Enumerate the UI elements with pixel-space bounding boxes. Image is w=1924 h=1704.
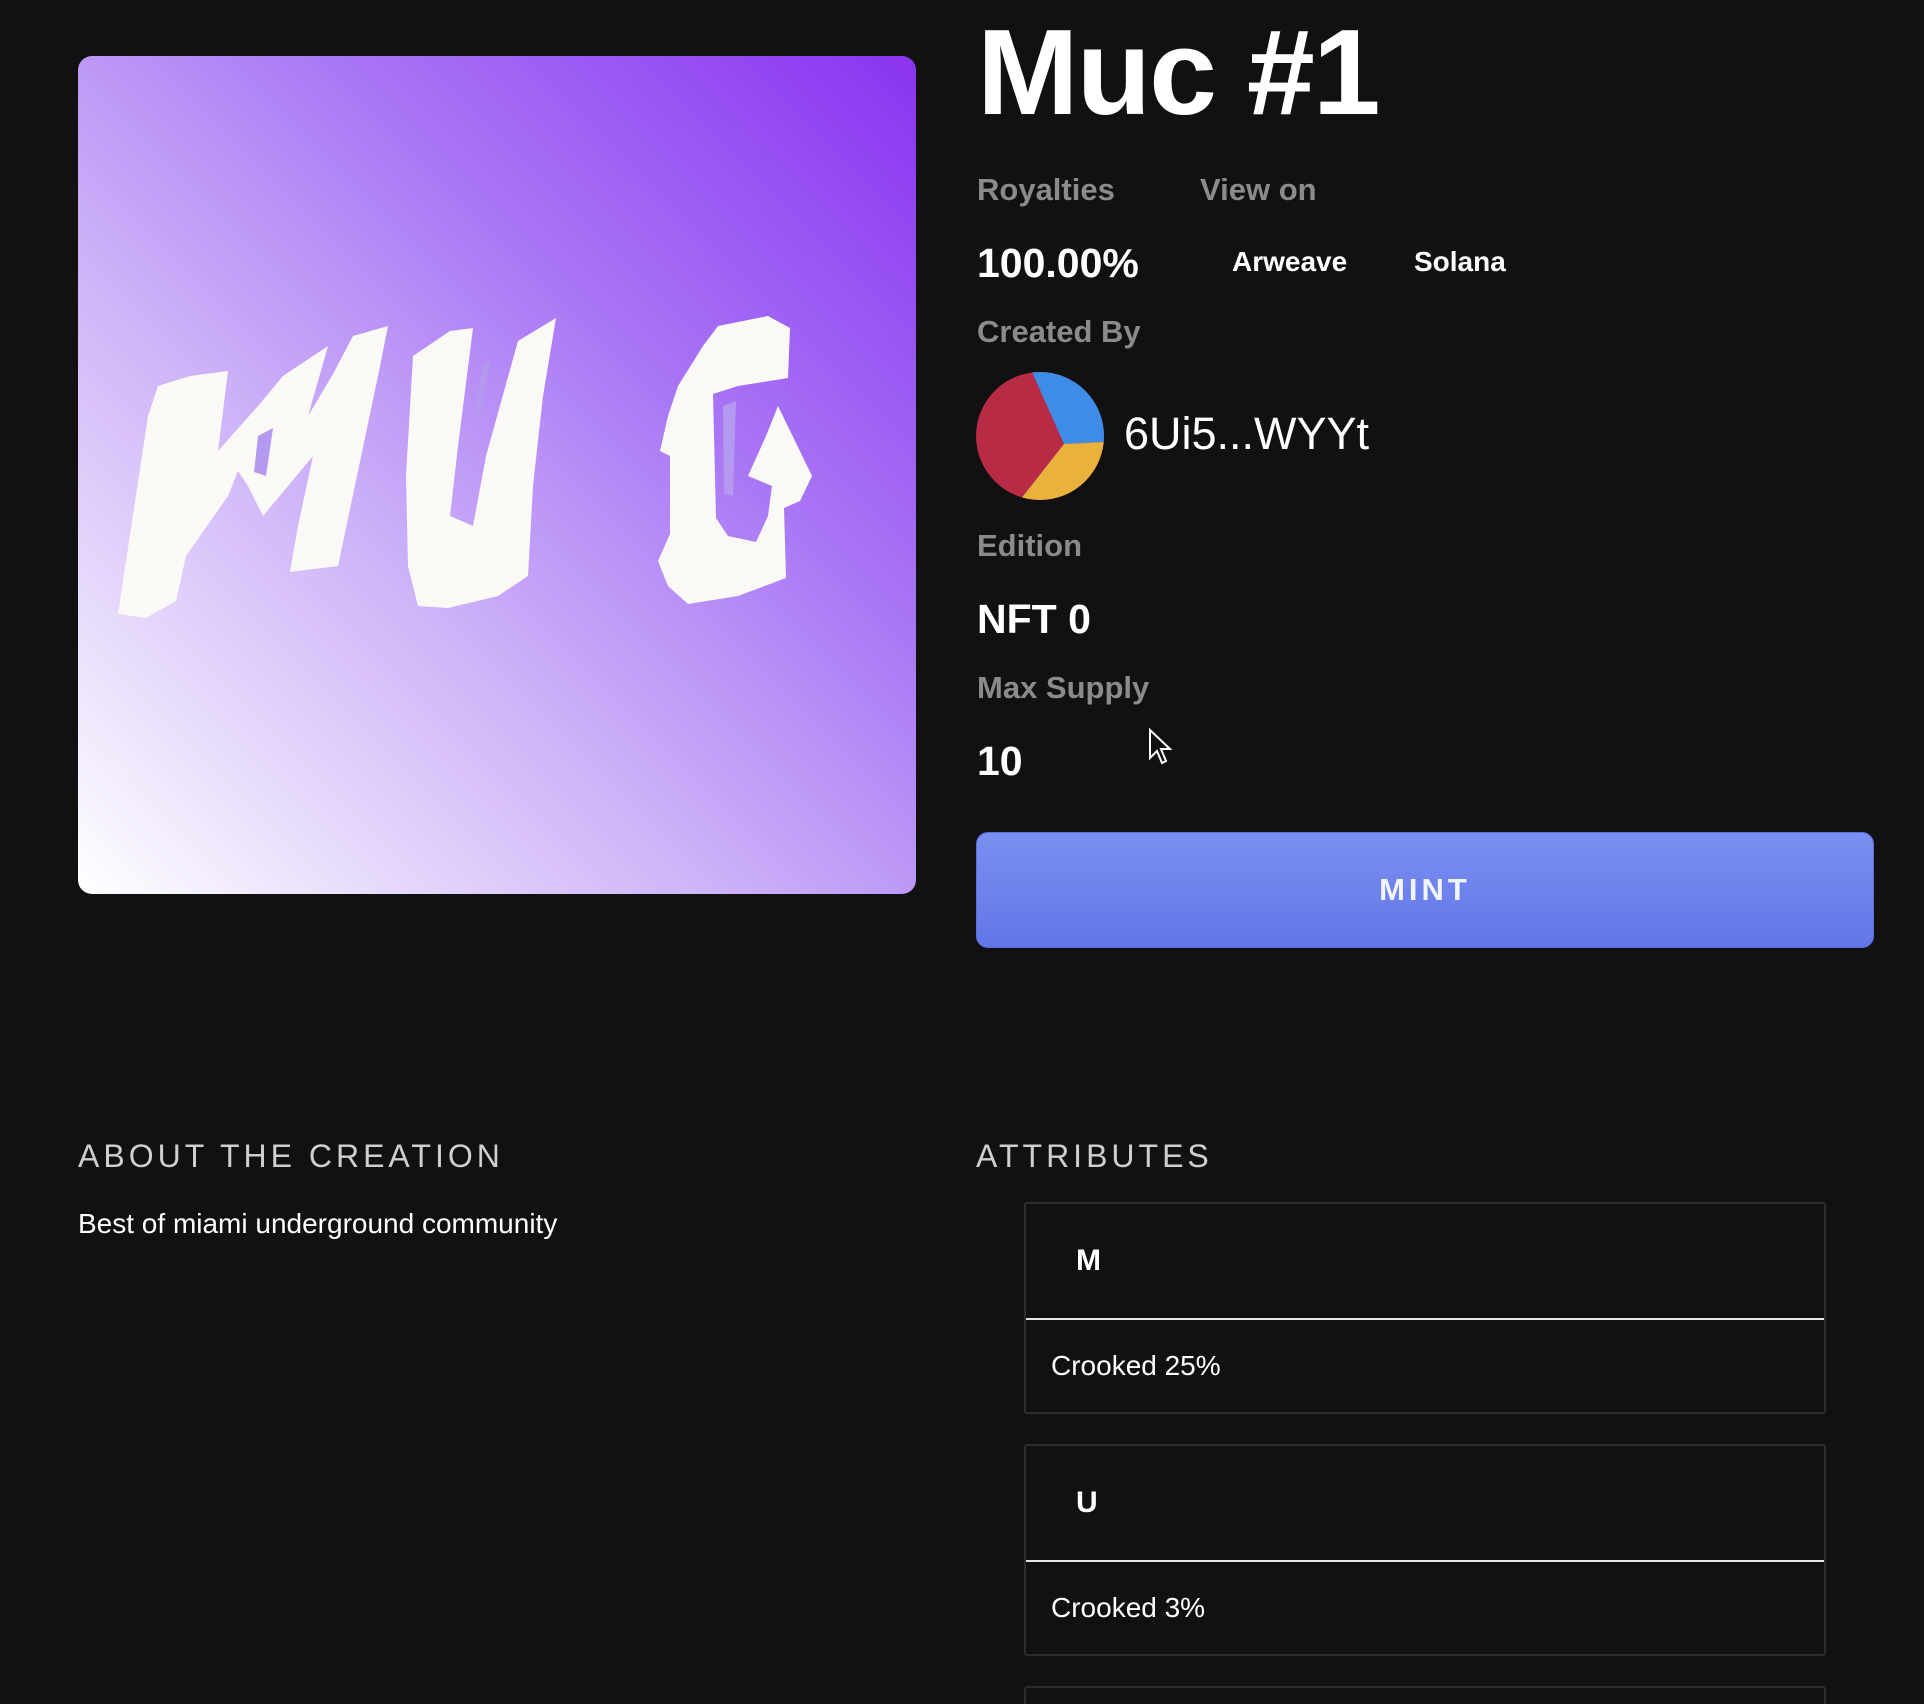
about-description: Best of miami underground community bbox=[78, 1208, 558, 1239]
max-supply-value: 10 bbox=[977, 738, 1023, 784]
nft-detail-page: Muc #1 Royalties View on 100.00% Arweave… bbox=[0, 0, 1924, 1704]
attribute-card: M Crooked 25% bbox=[1024, 1202, 1826, 1414]
about-heading: ABOUT THE CREATION bbox=[78, 1138, 504, 1174]
nft-artwork-image bbox=[78, 56, 916, 894]
nft-title: Muc #1 bbox=[977, 4, 1381, 140]
royalties-label: Royalties bbox=[977, 172, 1115, 207]
attribute-trait: U bbox=[1026, 1446, 1824, 1562]
edition-value: NFT 0 bbox=[977, 596, 1091, 642]
view-on-solana-link[interactable]: Solana bbox=[1414, 246, 1506, 278]
attribute-value: Crooked 3% bbox=[1051, 1592, 1206, 1623]
creator-avatar-icon bbox=[976, 372, 1104, 500]
attribute-trait: M bbox=[1026, 1204, 1824, 1320]
creator-address[interactable]: 6Ui5...WYYt bbox=[1124, 408, 1369, 460]
attribute-card: U Crooked 3% bbox=[1024, 1444, 1826, 1656]
attribute-value: Crooked 25% bbox=[1051, 1350, 1221, 1381]
view-on-arweave-link[interactable]: Arweave bbox=[1232, 246, 1347, 278]
created-by-label: Created By bbox=[977, 314, 1141, 349]
max-supply-label: Max Supply bbox=[977, 670, 1150, 705]
royalties-value: 100.00% bbox=[977, 240, 1139, 286]
creator-avatar[interactable] bbox=[976, 372, 1104, 500]
edition-label: Edition bbox=[977, 528, 1083, 563]
view-on-label: View on bbox=[1200, 172, 1317, 207]
mug-lettering-graphic bbox=[118, 316, 812, 618]
attribute-card bbox=[1024, 1686, 1826, 1704]
mint-button[interactable]: MINT bbox=[976, 832, 1874, 948]
mouse-cursor-icon bbox=[1149, 728, 1172, 765]
attributes-heading: ATTRIBUTES bbox=[976, 1138, 1213, 1174]
